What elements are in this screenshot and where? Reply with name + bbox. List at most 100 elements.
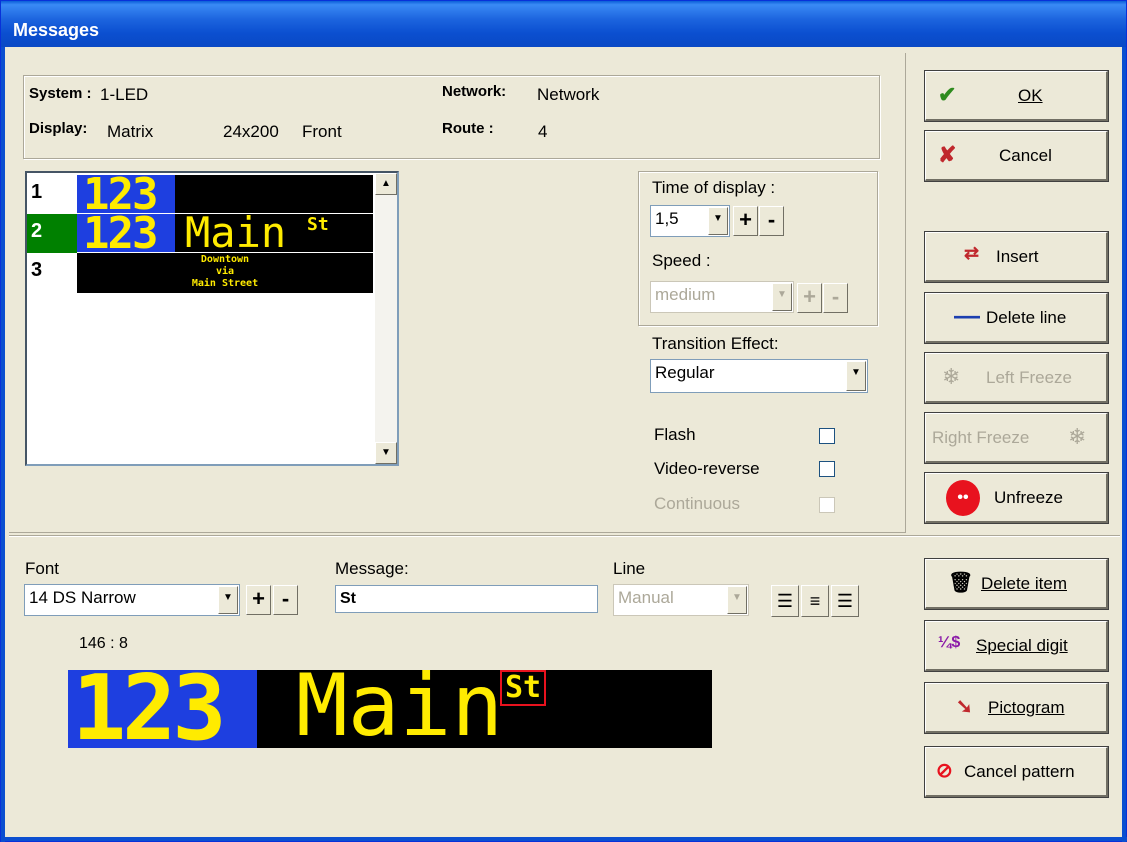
delete-item-button[interactable]: 🗑 Delete item [924, 558, 1109, 610]
list-scrollbar[interactable]: ▲ ▼ [375, 173, 397, 464]
align-right-button[interactable]: ☰ [831, 585, 859, 617]
cancel-button[interactable]: ✘ Cancel [924, 130, 1109, 182]
font-increase-button[interactable]: + [246, 585, 271, 615]
continuous-checkbox[interactable] [819, 497, 835, 513]
pictogram-label: Pictogram [988, 698, 1065, 717]
cancel-pattern-button[interactable]: ⊘ Cancel pattern [924, 746, 1109, 798]
right-freeze-label: Right Freeze [932, 428, 1030, 447]
speed-label: Speed : [652, 251, 711, 270]
delete-line-button[interactable]: — Delete line [924, 292, 1109, 344]
speed-value: medium [655, 285, 716, 304]
special-digit-label: Special digit [976, 636, 1068, 655]
left-freeze-button[interactable]: ❄ Left Freeze [924, 352, 1109, 404]
left-freeze-label: Left Freeze [986, 368, 1072, 387]
line-label: Line [613, 559, 646, 578]
flash-label: Flash [654, 425, 696, 444]
video-reverse-checkbox[interactable] [819, 461, 835, 477]
led-message-preview[interactable]: 123 Main St [68, 670, 712, 748]
display-value: Matrix [107, 122, 154, 141]
close-icon: ✘ [938, 142, 957, 167]
align-right-icon: ☰ [836, 591, 854, 611]
led-multiline-text: Downtown via Main Street [77, 254, 373, 290]
align-left-icon: ☰ [776, 591, 794, 611]
trash-icon: 🗑 [948, 572, 974, 594]
video-reverse-label: Video-reverse [654, 459, 760, 478]
transition-effect-label: Transition Effect: [652, 334, 779, 353]
special-digit-button[interactable]: ¼$ Special digit [924, 620, 1109, 672]
led-line: Main Street [191, 278, 259, 289]
led-row-preview: Downtown via Main Street [77, 253, 373, 293]
scroll-down-button[interactable]: ▼ [375, 442, 397, 464]
flash-checkbox[interactable] [819, 428, 835, 444]
font-decrease-button[interactable]: - [273, 585, 298, 615]
chevron-down-icon[interactable]: ▼ [708, 207, 728, 235]
led-text: Main [185, 214, 287, 252]
delete-item-label: Delete item [981, 574, 1067, 593]
sun-face-icon: •• [946, 480, 980, 516]
align-left-button[interactable]: ☰ [771, 585, 799, 617]
list-item-selected[interactable]: 2 123 Main St [27, 214, 373, 253]
led-row-preview: 123 [77, 175, 373, 213]
display-label: Display: [29, 120, 88, 137]
list-item[interactable]: 3 Downtown via Main Street [27, 253, 373, 293]
system-value: 1-LED [100, 85, 149, 104]
cancel-label: Cancel [999, 146, 1052, 165]
message-list[interactable]: 1 123 2 123 Main St 3 Downtown via Main … [25, 171, 399, 466]
led-line: Downtown [200, 254, 250, 265]
chevron-down-icon[interactable]: ▼ [218, 586, 238, 614]
message-label: Message: [335, 559, 409, 578]
system-label: System : [29, 85, 92, 102]
chevron-down-icon[interactable]: ▼ [727, 586, 747, 614]
line-value: Manual [618, 588, 674, 607]
minus-icon: — [954, 300, 980, 330]
special-digit-icon: ¼$ [938, 634, 961, 651]
scroll-up-button[interactable]: ▲ [375, 173, 397, 195]
time-decrease-button[interactable]: - [759, 206, 784, 236]
window-frame-left [1, 47, 5, 842]
checkmark-icon: ✔ [938, 82, 957, 107]
ok-button[interactable]: ✔ OK [924, 70, 1109, 122]
network-label: Network: [442, 83, 507, 100]
section-divider [9, 535, 1120, 537]
ok-label: OK [1018, 86, 1043, 105]
line-select[interactable]: Manual ▼ [613, 584, 749, 616]
speed-select[interactable]: medium ▼ [650, 281, 794, 313]
right-freeze-button[interactable]: Right Freeze ❄ [924, 412, 1109, 464]
font-select[interactable]: 14 DS Narrow ▼ [24, 584, 240, 616]
no-symbol-icon: ⊘ [936, 760, 953, 782]
title-bar[interactable]: Messages [1, 1, 1126, 47]
transition-effect-select[interactable]: Regular ▼ [650, 359, 868, 393]
display-size: 24x200 [223, 122, 279, 141]
network-value: Network [537, 85, 600, 104]
row-number: 1 [31, 181, 43, 203]
led-line: via [215, 266, 235, 277]
speed-decrease-button[interactable]: - [823, 283, 848, 313]
preview-text: Main [296, 670, 504, 748]
speed-increase-button[interactable]: + [797, 283, 822, 313]
continuous-label: Continuous [654, 494, 741, 513]
insert-icon: ⇄ [964, 243, 980, 263]
list-item[interactable]: 1 123 [27, 175, 373, 214]
pictogram-button[interactable]: ➘ Pictogram [924, 682, 1109, 734]
chevron-down-icon[interactable]: ▼ [772, 283, 792, 311]
transition-effect-value: Regular [655, 363, 715, 382]
snowflake-icon: ❄ [1068, 424, 1087, 449]
window-frame-right [1122, 47, 1126, 842]
insert-label: Insert [996, 247, 1039, 266]
time-of-display-label: Time of display : [652, 178, 776, 197]
align-center-button[interactable]: ≡ [801, 585, 829, 617]
unfreeze-label: Unfreeze [994, 488, 1063, 507]
preview-superscript-selected[interactable]: St [500, 670, 547, 706]
led-row-preview: 123 Main St [77, 214, 373, 252]
time-of-display-select[interactable]: 1,5 ▼ [650, 205, 730, 237]
chevron-down-icon[interactable]: ▼ [846, 361, 866, 391]
font-label: Font [25, 559, 60, 578]
message-input[interactable]: St [335, 585, 598, 613]
font-value: 14 DS Narrow [29, 588, 136, 607]
time-increase-button[interactable]: + [733, 206, 758, 236]
time-of-display-value: 1,5 [655, 209, 679, 228]
delete-line-label: Delete line [986, 308, 1067, 327]
display-side: Front [302, 122, 342, 141]
unfreeze-button[interactable]: •• Unfreeze [924, 472, 1109, 524]
insert-button[interactable]: ⇄ Insert [924, 231, 1109, 283]
